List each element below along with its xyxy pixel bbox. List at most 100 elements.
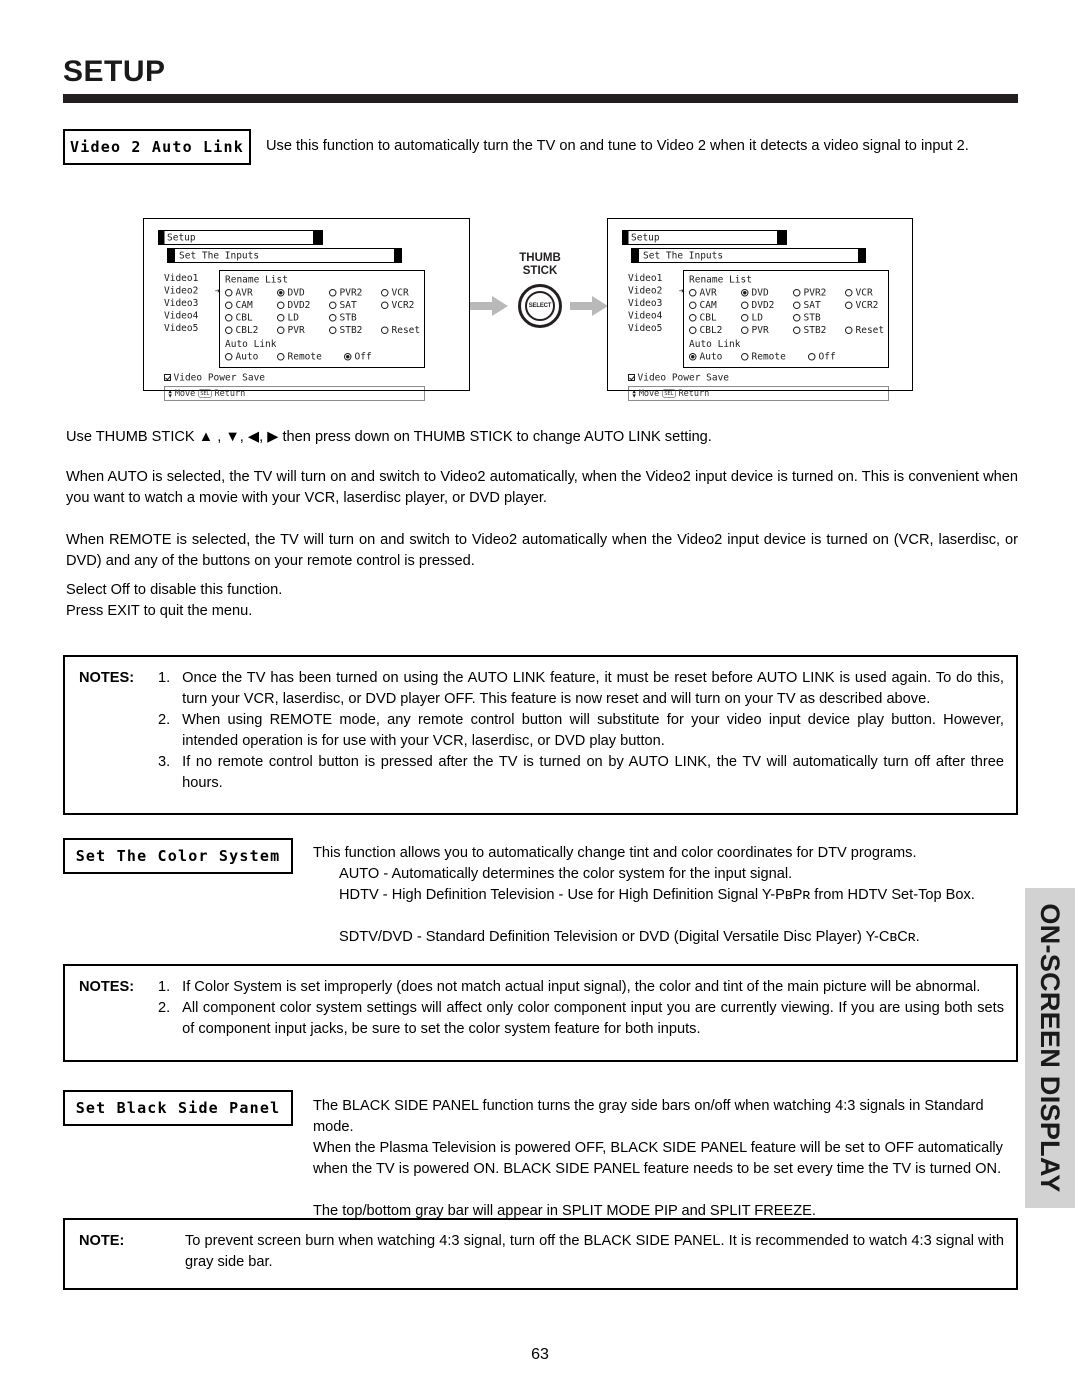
osd-right-video-item: Video1 [628, 272, 663, 284]
auto-link-option-auto[interactable]: Auto [225, 351, 277, 364]
flow-arrow-left-icon [470, 296, 508, 316]
rename-option-reset[interactable]: Reset [381, 324, 431, 337]
rename-option-stb[interactable]: STB [793, 312, 845, 325]
footer-return-label: Return [214, 388, 246, 399]
radio-icon [741, 301, 749, 309]
rename-option-sat[interactable]: SAT [793, 299, 845, 312]
rename-option-cam[interactable]: CAM [689, 299, 741, 312]
video-power-save-label: Video Power Save [637, 372, 730, 383]
osd-right-video-item: Video5 [628, 322, 663, 334]
auto-link-title: Auto Link [689, 338, 741, 350]
radio-icon [689, 314, 697, 322]
rename-option-stb2[interactable]: STB2 [329, 324, 381, 337]
set-black-side-panel-label-text: Set Black Side Panel [75, 1099, 281, 1117]
video-power-save-row[interactable]: Video Power Save [628, 372, 928, 383]
auto-link-options-left: Auto Remote Off [225, 351, 424, 364]
radio-icon [277, 301, 285, 309]
notes-box-auto-link: NOTES: 1. Once the TV has been turned on… [63, 655, 1018, 815]
radio-icon [329, 301, 337, 309]
color-system-line-auto: AUTO - Automatically determines the colo… [339, 866, 793, 882]
input-selected-arrow-icon: ➔ [678, 286, 684, 296]
rename-option-avr[interactable]: AVR [225, 287, 277, 300]
color-system-line-hdtv: HDTV - High Definition Television - Use … [339, 887, 975, 903]
rename-option-pvr2[interactable]: PVR2 [793, 287, 845, 300]
radio-icon [793, 289, 801, 297]
radio-icon [793, 314, 801, 322]
note-item: 2. When using REMOTE mode, any remote co… [157, 712, 1004, 749]
rename-option-dvd2[interactable]: DVD2 [741, 299, 793, 312]
rename-option-stb[interactable]: STB [329, 312, 381, 325]
rename-option-vcr2[interactable]: VCR2 [381, 299, 431, 312]
osd-left-rename-panel: Rename List AVR DVD PVR2 VCR CAM DVD2 SA… [219, 270, 425, 368]
note-text: To prevent screen burn when watching 4:3… [185, 1233, 1004, 1270]
osd-right-video-list: Video1 Video2 ➔ Video3 Video4 Video5 [628, 270, 684, 368]
auto-link-title: Auto Link [225, 338, 277, 350]
osd-left-subtitle: Set The Inputs [167, 248, 402, 263]
note-box-black-side-panel: NOTE: To prevent screen burn when watchi… [63, 1218, 1018, 1290]
osd-right-subtitle-text: Set The Inputs [643, 250, 724, 261]
radio-icon [793, 301, 801, 309]
thumb-stick-graphic: THUMB STICK SELECT [470, 252, 608, 352]
rename-option-dvd[interactable]: DVD [741, 287, 793, 300]
osd-left-title: Setup [158, 230, 323, 245]
osd-left-video-item: Video2 ➔ [164, 285, 220, 296]
osd-right-subtitle: Set The Inputs [631, 248, 866, 263]
auto-link-option-remote[interactable]: Remote [277, 351, 344, 364]
rename-option-cbl[interactable]: CBL [225, 312, 277, 325]
radio-icon-selected [689, 353, 697, 361]
set-color-system-label-text: Set The Color System [75, 847, 281, 865]
osd-right-footer: ▲ ▼ Move SEL Return [628, 386, 889, 401]
video-power-save-row[interactable]: Video Power Save [164, 372, 464, 383]
radio-icon [741, 314, 749, 322]
rename-option-cam[interactable]: CAM [225, 299, 277, 312]
paragraph-press-exit: Press EXIT to quit the menu. [66, 603, 253, 619]
thumb-stick-caption: THUMB STICK [519, 252, 561, 277]
rename-option-ld[interactable]: LD [277, 312, 329, 325]
paragraph-auto-mode: When AUTO is selected, the TV will turn … [66, 469, 1018, 506]
radio-icon [689, 326, 697, 334]
notes-list: 1. If Color System is set improperly (do… [144, 977, 1004, 1040]
notes-label: NOTES: [79, 979, 135, 995]
rename-option-avr[interactable]: AVR [689, 287, 741, 300]
radio-icon [689, 289, 697, 297]
auto-link-option-auto[interactable]: Auto [689, 351, 741, 364]
radio-icon [277, 353, 285, 361]
rename-option-vcr[interactable]: VCR [845, 287, 895, 300]
rename-option-stb2[interactable]: STB2 [793, 324, 845, 337]
auto-link-option-remote[interactable]: Remote [741, 351, 808, 364]
osd-left-video-item: Video5 [164, 322, 199, 334]
auto-link-option-off[interactable]: Off [808, 351, 858, 364]
radio-icon [381, 301, 389, 309]
radio-icon [845, 326, 853, 334]
auto-link-option-off[interactable]: Off [344, 351, 394, 364]
note-item: 1. Once the TV has been turned on using … [157, 670, 1004, 707]
osd-left-video-list: Video1 Video2 ➔ Video3 Video4 Video5 [164, 270, 220, 368]
rename-option-dvd2[interactable]: DVD2 [277, 299, 329, 312]
select-button-icon: SELECT [525, 291, 555, 321]
paragraph-thumbstick: Use THUMB STICK ▲ , ▼, ◀, ▶ then press d… [66, 429, 712, 445]
notes-box-color-system: NOTES: 1. If Color System is set imprope… [63, 964, 1018, 1062]
checkbox-icon [164, 374, 171, 381]
rename-option-dvd[interactable]: DVD [277, 287, 329, 300]
radio-icon [329, 326, 337, 334]
rename-option-vcr2[interactable]: VCR2 [845, 299, 895, 312]
rename-option-pvr2[interactable]: PVR2 [329, 287, 381, 300]
rename-option-sat[interactable]: SAT [329, 299, 381, 312]
rename-option-cbl2[interactable]: CBL2 [225, 324, 277, 337]
radio-icon [329, 289, 337, 297]
rename-option-reset[interactable]: Reset [845, 324, 895, 337]
note-label: NOTE: [79, 1233, 125, 1249]
rename-option-cbl[interactable]: CBL [689, 312, 741, 325]
rename-options-grid: AVR DVD PVR2 VCR CAM DVD2 SAT VCR2 CBL L… [689, 287, 888, 337]
osd-left-title-text: Setup [167, 232, 196, 243]
rename-option-pvr[interactable]: PVR [741, 324, 793, 337]
rename-list-title: Rename List [225, 274, 288, 285]
rename-list-title: Rename List [689, 274, 752, 285]
rename-option-cbl2[interactable]: CBL2 [689, 324, 741, 337]
auto-link-options-right: Auto Remote Off [689, 351, 888, 364]
thumb-stick-knob-icon: SELECT [518, 284, 562, 328]
rename-option-pvr[interactable]: PVR [277, 324, 329, 337]
osd-left-subtitle-text: Set The Inputs [179, 250, 260, 261]
rename-option-ld[interactable]: LD [741, 312, 793, 325]
rename-option-vcr[interactable]: VCR [381, 287, 431, 300]
